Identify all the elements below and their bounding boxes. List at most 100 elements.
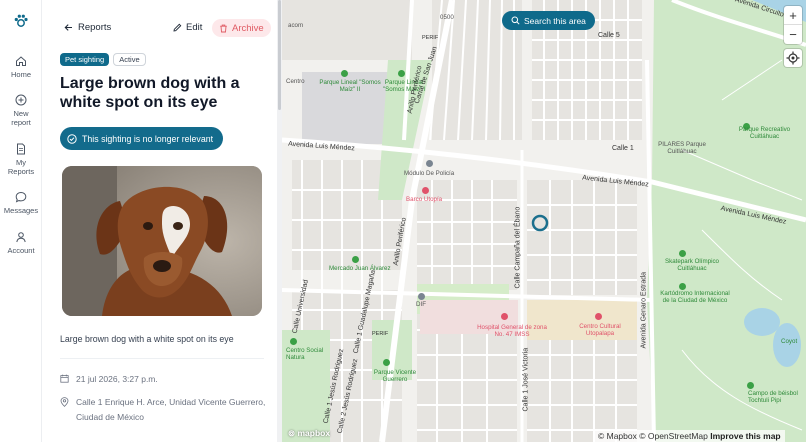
sighting-description: Large brown dog with a white spot on its… [60, 334, 234, 344]
zoom-out-button[interactable]: − [784, 25, 802, 44]
arrow-left-icon [64, 24, 72, 31]
improve-map-link[interactable]: Improve this map [710, 431, 780, 441]
boat-poi-icon[interactable] [422, 187, 429, 194]
address-line-1: Calle 1 Enrique H. Arce, Unidad Vicente … [76, 397, 266, 407]
sighting-address-row: Calle 1 Enrique H. Arce, Unidad Vicente … [60, 395, 265, 425]
culture-poi-icon[interactable] [595, 313, 602, 320]
nav-label-account: Account [7, 246, 35, 255]
sighting-badges: Pet sighting Active [60, 53, 146, 66]
nav-item-messages[interactable]: Messages [0, 191, 42, 215]
sighting-title: Large brown dog with a white spot on its… [60, 75, 240, 111]
scrollbar-thumb[interactable] [278, 0, 281, 110]
user-icon [16, 232, 26, 243]
nav-label-my-reports: My Reports [7, 158, 35, 176]
street-label: Calle Campaña del Ébano [514, 206, 522, 289]
nav-item-home[interactable]: Home [0, 55, 42, 79]
dif-poi-icon[interactable] [418, 293, 425, 300]
geolocate-button[interactable] [784, 49, 802, 67]
search-area-label: Search this area [524, 15, 586, 26]
sighting-detail-panel: Reports Edit Archive Pet sighting Active… [42, 0, 282, 442]
document-icon [17, 143, 25, 155]
nav-item-account[interactable]: Account [0, 231, 42, 255]
plus-circle-icon [15, 94, 27, 106]
search-this-area-button[interactable]: Search this area [502, 11, 595, 30]
sighting-datetime: 21 jul 2026, 3:27 p.m. [76, 374, 158, 384]
address-line-2: Ciudad de México [76, 412, 145, 422]
park-poi-icon[interactable] [290, 338, 297, 345]
app-root: Home New report My Reports Messages Acco… [0, 0, 806, 442]
street-label: Avenida Genaro Estrada [640, 271, 648, 349]
detail-toolbar: Reports Edit Archive [42, 18, 282, 40]
map-pin-icon [60, 397, 69, 407]
map-label: Mercado Juan Álvarez [329, 265, 391, 272]
map-attribution: © Mapbox © OpenStreetMap Improve this ma… [594, 430, 785, 442]
market-poi-icon[interactable] [352, 256, 359, 263]
type-badge: Pet sighting [60, 53, 110, 66]
street-label: Calle 1 José Victoria [522, 347, 530, 412]
calendar-icon [60, 374, 69, 383]
map-label: Kartódromo Internacional de la Ciudad de… [660, 290, 730, 304]
map-label: Centro Cultural Utopalapa [579, 323, 621, 337]
nav-rail: Home New report My Reports Messages Acco… [0, 0, 42, 442]
map-label: Parque Recreativo Cuitláhuac [738, 126, 791, 140]
edit-button[interactable]: Edit [173, 22, 202, 33]
map-canvas[interactable] [282, 0, 806, 442]
road-shield: PERIF [372, 331, 389, 337]
chat-bubble-icon [15, 191, 27, 203]
map-label: Centro Social Natura [286, 347, 324, 361]
pencil-icon [173, 23, 182, 32]
map-label: Centro [286, 78, 305, 85]
map-label: Campo de béisbol Tochtuli Pipi [748, 390, 798, 404]
no-longer-relevant-button[interactable]: This sighting is no longer relevant [60, 127, 224, 150]
attribution-text[interactable]: © Mapbox © OpenStreetMap [598, 431, 708, 441]
check-circle-icon [67, 133, 77, 144]
map-label: 0500 [440, 14, 454, 21]
mapbox-logo[interactable]: ⊚ mapbox [288, 428, 330, 439]
edit-label: Edit [186, 22, 203, 33]
map-label: Hospital General de zona No. 47 IMSS [477, 324, 547, 338]
nav-item-new-report[interactable]: New report [0, 94, 42, 127]
road-shield: PERIF [422, 35, 439, 41]
archive-label: Archive [232, 22, 264, 34]
baseball-poi-icon[interactable] [747, 382, 754, 389]
kart-poi-icon[interactable] [679, 283, 686, 290]
home-icon [16, 56, 26, 66]
hospital-poi-icon[interactable] [501, 313, 508, 320]
zoom-in-button[interactable]: + [784, 6, 802, 25]
map-label: Parque Vicente Guerrero [373, 369, 417, 383]
zoom-controls: + − [784, 6, 802, 44]
section-divider [60, 358, 264, 359]
sighting-photo[interactable] [62, 166, 262, 316]
park-poi-icon[interactable] [383, 359, 390, 366]
relevance-label: This sighting is no longer relevant [82, 133, 214, 144]
street-label: Calle 5 [598, 32, 620, 39]
trash-icon [220, 24, 227, 32]
status-badge: Active [113, 53, 146, 66]
police-poi-icon[interactable] [426, 160, 433, 167]
map-view[interactable]: acom Centro 0500 PERIF PERIF Parque Line… [282, 0, 806, 442]
archive-button[interactable]: Archive [212, 19, 271, 37]
sighting-datetime-row: 21 jul 2026, 3:27 p.m. [60, 372, 158, 387]
crosshair-icon [786, 51, 800, 65]
search-icon [511, 16, 520, 25]
map-label: PILARES Parque Cuitláhuac [658, 141, 706, 155]
nav-label-new-report: New report [11, 109, 31, 127]
park-poi-icon[interactable] [398, 70, 405, 77]
street-label: Calle 1 [612, 145, 634, 152]
mapbox-logo-text: mapbox [297, 428, 331, 438]
map-label: Módulo De Policía [404, 170, 455, 177]
map-label: Barco Utopía [406, 196, 443, 203]
nav-item-my-reports[interactable]: My Reports [0, 143, 42, 176]
map-label: Coyot [781, 338, 798, 345]
sighting-address: Calle 1 Enrique H. Arce, Unidad Vicente … [76, 395, 265, 425]
park-poi-icon[interactable] [341, 70, 348, 77]
app-logo-icon[interactable] [13, 13, 29, 29]
nav-label-home: Home [10, 70, 31, 79]
map-label: Skatepark Olímpico Cuitláhuac [665, 258, 719, 272]
back-label: Reports [78, 22, 112, 33]
skate-poi-icon[interactable] [679, 250, 686, 257]
map-label: DIF [416, 301, 426, 308]
dog-photo-illustration [62, 166, 262, 316]
map-label: acom [288, 22, 304, 29]
back-to-reports-button[interactable]: Reports [64, 22, 111, 33]
